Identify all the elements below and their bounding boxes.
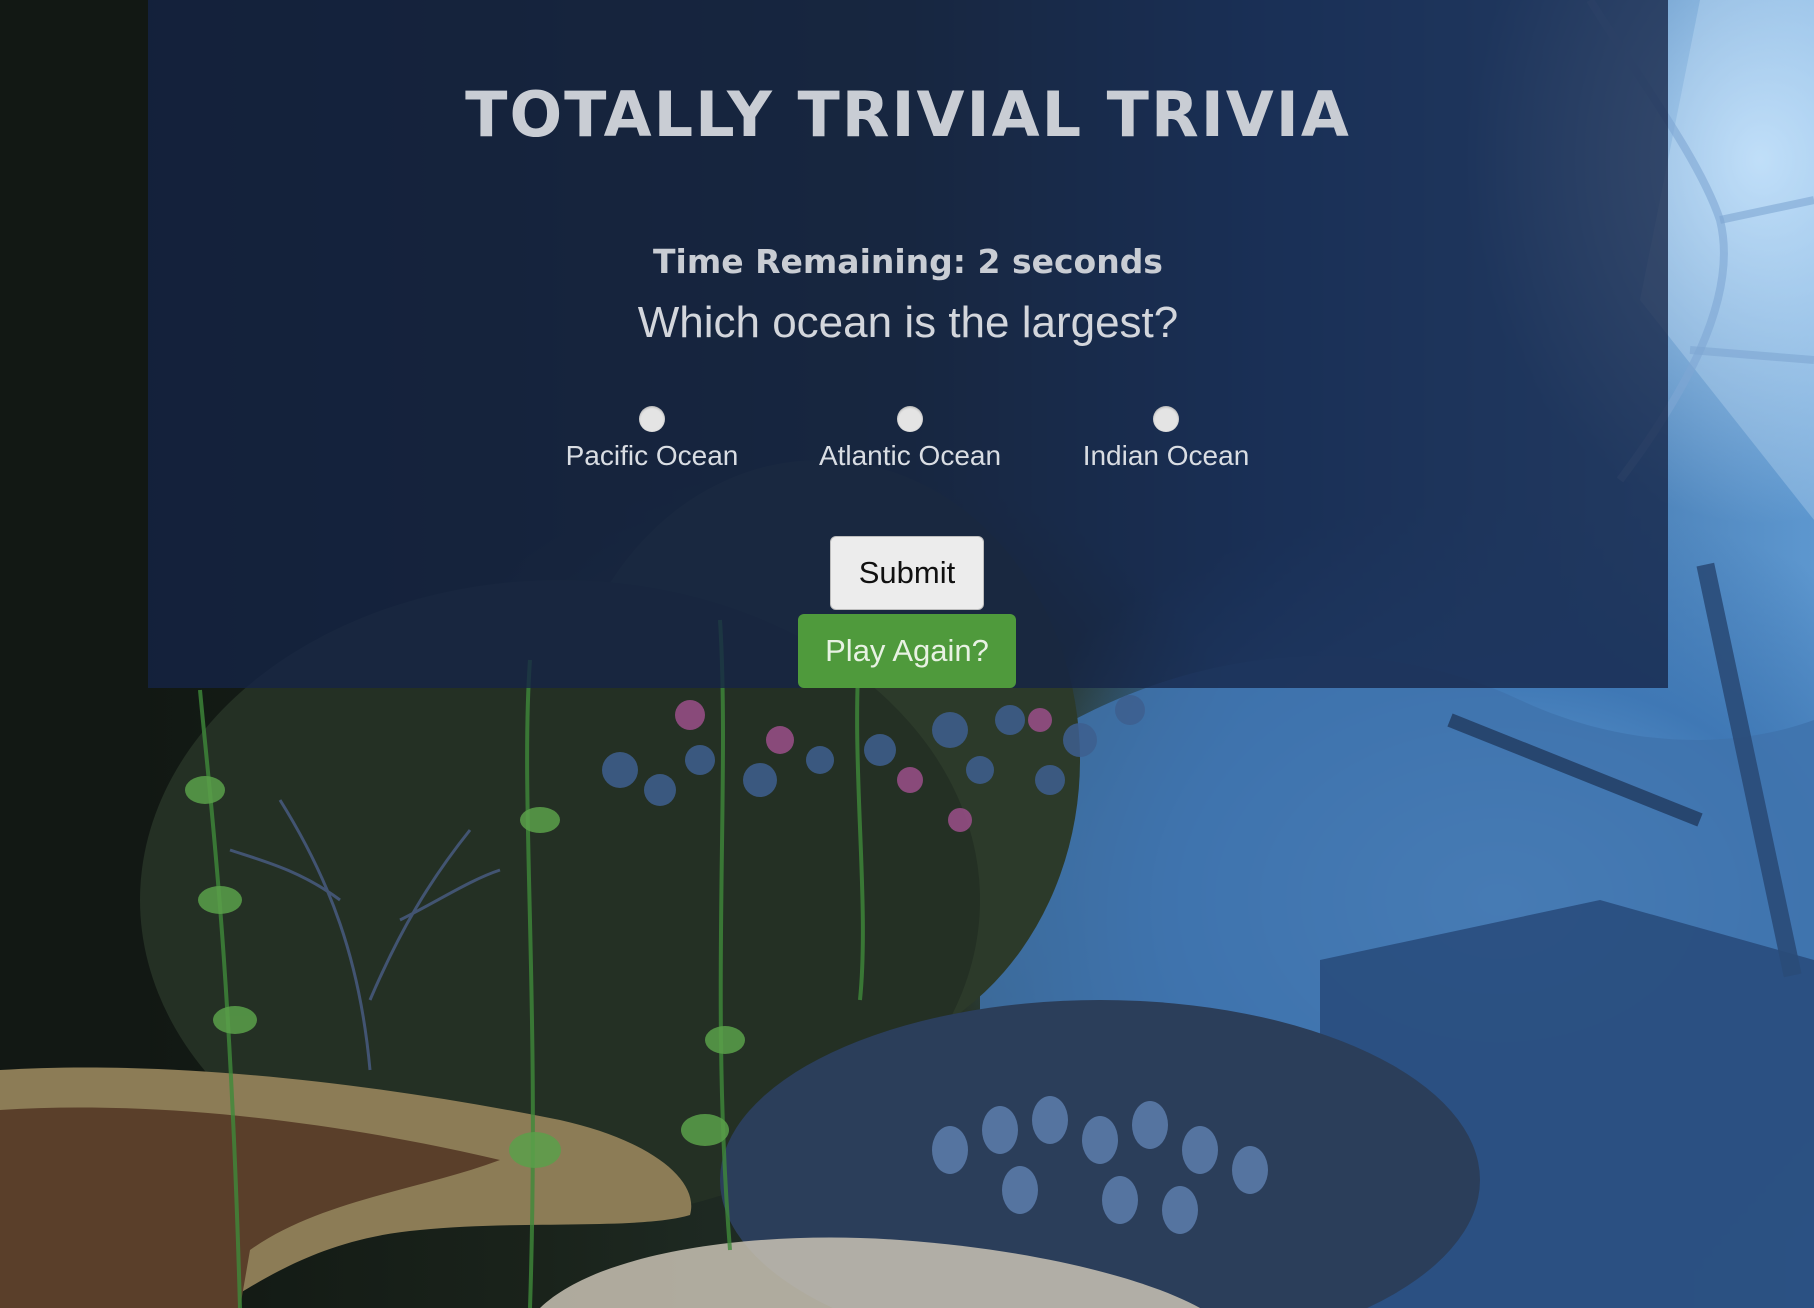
- answer-option-indian[interactable]: Indian Ocean: [1046, 400, 1286, 472]
- answer-label: Pacific Ocean: [565, 440, 739, 471]
- answer-option-atlantic[interactable]: Atlantic Ocean: [790, 400, 1030, 472]
- app-title: TOTALLY TRIVIAL TRIVIA: [465, 78, 1351, 151]
- radio-button-icon[interactable]: [897, 406, 923, 432]
- answer-option-pacific[interactable]: Pacific Ocean: [532, 400, 772, 472]
- answer-options: Pacific Ocean Atlantic Ocean Indian Ocea…: [148, 400, 1668, 480]
- radio-button-icon[interactable]: [639, 406, 665, 432]
- answer-label: Indian Ocean: [1082, 440, 1250, 471]
- answer-label: Atlantic Ocean: [818, 440, 1002, 471]
- submit-button[interactable]: Submit: [830, 536, 984, 610]
- question-text: Which ocean is the largest?: [637, 298, 1179, 347]
- trivia-panel: TOTALLY TRIVIAL TRIVIA Time Remaining: 2…: [148, 0, 1668, 688]
- time-remaining: Time Remaining: 2 seconds: [653, 242, 1163, 281]
- play-again-button[interactable]: Play Again?: [798, 614, 1016, 688]
- radio-button-icon[interactable]: [1153, 406, 1179, 432]
